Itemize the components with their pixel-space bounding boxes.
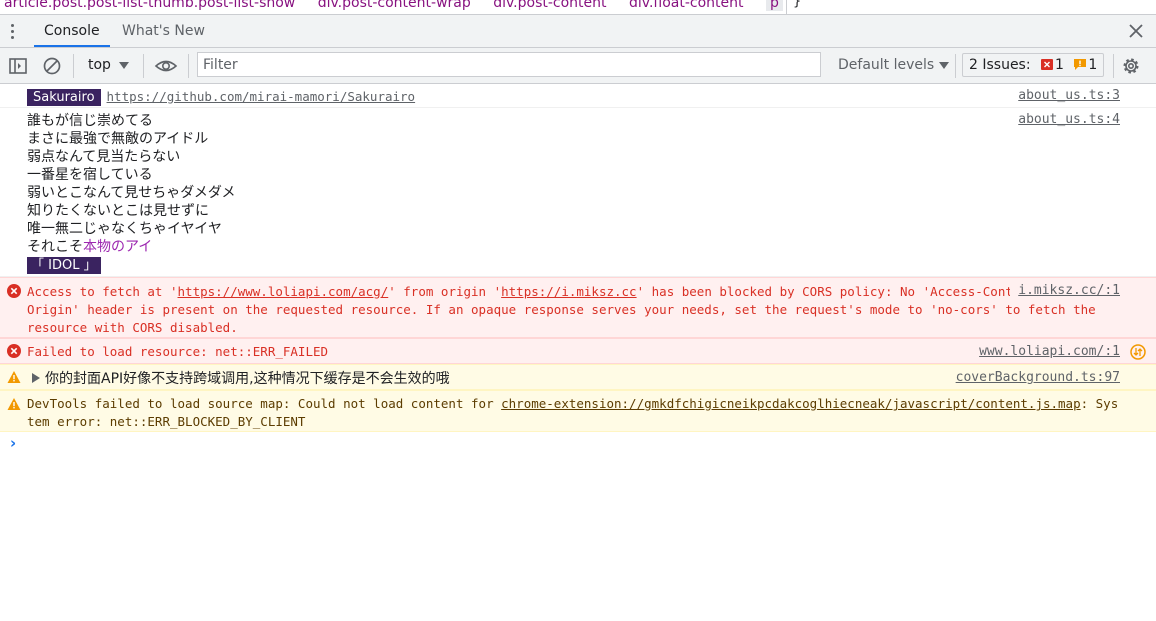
source-link[interactable]: about_us.ts:4 [1018,112,1120,127]
error-text-part: ' from origin ' [388,284,502,299]
expand-triangle-icon[interactable] [32,373,40,383]
warning-text-part: DevTools failed to load source map: Coul… [27,396,502,411]
more-tabs-icon[interactable] [11,24,15,40]
issues-error-count: 1 [1055,57,1064,73]
console-toolbar: top Default levels 2 Issues: 1 1 [0,48,1156,84]
console-prompt-row[interactable]: › [0,432,1156,460]
error-text: Access to fetch at 'https://www.loliapi.… [0,278,1156,337]
source-link[interactable]: coverBackground.ts:97 [956,370,1120,385]
chevron-down-icon [118,61,129,69]
log-levels-label: Default levels [838,57,935,73]
lyric-line: それこそ本物のアイ [27,238,1120,256]
warning-count-icon [1074,59,1087,70]
breadcrumb-item[interactable]: article.post.post-list-thumb.post-list-s… [4,0,295,11]
tab-whats-new[interactable]: What's New [112,15,215,47]
error-icon [7,284,21,298]
error-count-icon [1041,59,1054,70]
styled-log-badge: Sakurairo [27,89,101,106]
source-link[interactable]: i.miksz.cc/:1 [1010,283,1120,298]
context-selector[interactable]: top [82,53,135,77]
error-text-part: Access to fetch at ' [27,284,178,299]
console-message-warning: 你的封面API好像不支持跨域调用,这种情况下缓存是不会生效的哦 coverBac… [0,364,1156,390]
lyric-highlight: 本物のアイ [83,239,153,255]
warning-icon [7,398,21,410]
live-expression-eye-icon[interactable] [154,56,178,76]
toolbar-separator [955,54,956,78]
sidebar-toggle-icon[interactable] [8,56,28,76]
lyric-line: 唯一無二じゃなくちゃイヤイヤ [27,221,222,237]
console-message-error: Access to fetch at 'https://www.loliapi.… [0,277,1156,338]
issues-warning-count: 1 [1088,57,1098,73]
lyric-text: それこそ [27,239,83,255]
elements-breadcrumb-bar: article.post.post-list-thumb.post-list-s… [0,0,1156,15]
breadcrumb: article.post.post-list-thumb.post-list-s… [4,0,801,11]
source-map-link[interactable]: chrome-extension://gmkdfchigicneikpcdakc… [501,396,1080,411]
breadcrumb-item-selected[interactable]: p [765,0,783,11]
log-content: Sakurairo https://github.com/mirai-mamori… [0,84,1156,106]
gear-icon[interactable] [1121,56,1141,76]
lyric-line: まさに最強で無敵のアイドル [27,131,209,147]
console-message-log: Sakurairo https://github.com/mirai-mamori… [0,84,1156,108]
log-link[interactable]: https://github.com/mirai-mamori/Sakurair… [107,89,416,104]
lyric-line: 弱いとこなんて見せちゃダメダメ [27,185,236,201]
toolbar-separator [73,54,74,78]
clear-console-icon[interactable] [42,56,62,76]
styles-pane-edge: } [786,0,801,14]
warning-text: DevTools failed to load source map: Coul… [0,391,1156,431]
lyric-line: 知りたくないとこは見せずに [27,203,209,219]
prompt-chevron-icon: › [10,434,17,452]
issues-label: 2 Issues: [969,57,1031,73]
toolbar-separator [1113,54,1114,78]
error-icon [7,344,21,358]
idol-badge: 「 IDOL 」 [27,257,101,274]
issues-counter-button[interactable]: 2 Issues: 1 1 [962,53,1105,77]
css-brace: } [793,0,802,9]
console-message-log: 誰もが信じ崇めてる まさに最強で無敵のアイドル 弱点なんて見当たらない 一番星を… [0,108,1156,277]
breadcrumb-item[interactable]: div.float-content [629,0,744,11]
toolbar-separator [188,54,189,78]
close-drawer-icon[interactable] [1126,21,1146,41]
filter-input[interactable] [197,52,821,77]
lyric-block: 誰もが信じ崇めてる まさに最強で無敵のアイドル 弱点なんて見当たらない 一番星を… [0,108,1156,274]
network-request-icon[interactable] [1130,344,1146,360]
log-levels-dropdown[interactable]: Default levels [832,53,955,77]
console-message-warning: DevTools failed to load source map: Coul… [0,390,1156,432]
lyric-line: 誰もが信じ崇めてる [27,113,153,129]
drawer-tab-bar: Console What's New [0,15,1156,48]
chevron-down-icon [939,61,950,69]
lyric-line: 一番星を宿している [27,167,153,183]
console-message-error: Failed to load resource: net::ERR_FAILED… [0,338,1156,364]
breadcrumb-item[interactable]: div.post-content [493,0,606,11]
warning-icon [7,371,21,383]
source-link[interactable]: about_us.ts:3 [1018,88,1120,103]
toolbar-separator [143,54,144,78]
lyric-line: 弱点なんて見当たらない [27,149,181,165]
console-messages: Sakurairo https://github.com/mirai-mamori… [0,84,1156,460]
tab-console[interactable]: Console [34,15,110,47]
origin-link[interactable]: https://i.miksz.cc [501,284,636,299]
breadcrumb-item[interactable]: div.post-content-wrap [318,0,471,11]
source-link[interactable]: www.loliapi.com/:1 [979,344,1120,359]
context-selector-label: top [88,57,111,73]
error-url-link[interactable]: https://www.loliapi.com/acg/ [178,284,389,299]
